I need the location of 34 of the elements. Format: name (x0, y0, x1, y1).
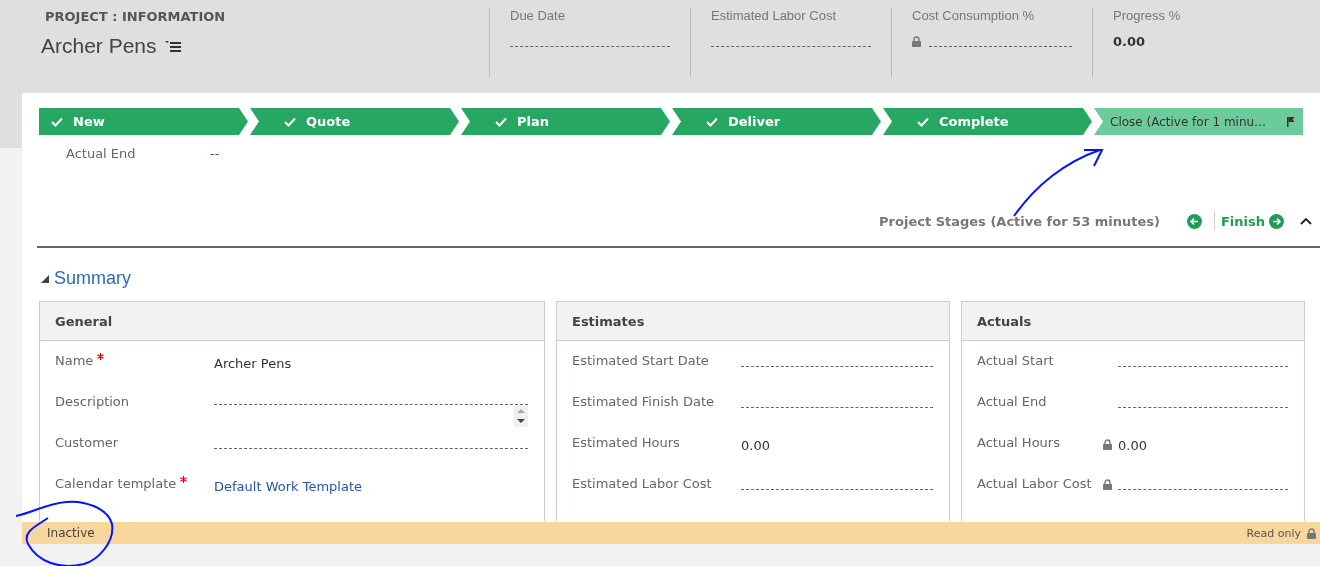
metric-label: Cost Consumption % (912, 8, 1036, 23)
field-link[interactable]: Default Work Template (214, 479, 362, 494)
record-status: Inactive (47, 526, 95, 540)
field-label: Calendar template (55, 476, 177, 491)
field-label: Estimated Hours (572, 435, 680, 450)
field-value[interactable]: Archer Pens (214, 356, 292, 371)
field-label: Customer (55, 435, 119, 450)
field-label: Estimated Start Date (572, 353, 709, 368)
finish-button[interactable]: Finish (1220, 213, 1284, 229)
field-value[interactable]: 0.00 (741, 438, 770, 453)
field-label: Estimated Labor Cost (572, 476, 712, 491)
field-label: Name (55, 353, 94, 368)
record-title: Archer Pens (41, 34, 157, 58)
field-value[interactable]: 0.00 (1118, 438, 1147, 453)
field-label: Actual Labor Cost (977, 476, 1092, 491)
metric-value: 0.00 (1113, 33, 1146, 49)
card-title: Estimates (557, 302, 949, 341)
metric-label: Estimated Labor Cost (711, 8, 837, 23)
card-title: Actuals (962, 302, 1304, 341)
stage-tab[interactable]: Close (Active for 1 minu… (1094, 108, 1303, 135)
field-label: Actual Hours (977, 435, 1060, 450)
entity-label: PROJECT : INFORMATION (44, 9, 227, 24)
field-value[interactable]: -- (210, 146, 220, 161)
field-label: Actual End (66, 146, 137, 161)
field-label: Description (55, 394, 130, 409)
card-title: General (40, 302, 544, 341)
metric-label: Due Date (510, 8, 566, 23)
field-label: Estimated Finish Date (572, 394, 715, 409)
metric-label: Progress % (1113, 8, 1182, 23)
section-title: Summary (54, 268, 131, 289)
field-label: Actual Start (977, 353, 1054, 368)
read-only-label: Read only (1246, 526, 1301, 540)
field-label: Actual End (977, 394, 1047, 409)
process-status: Project Stages (Active for 53 minutes) (879, 213, 1160, 229)
